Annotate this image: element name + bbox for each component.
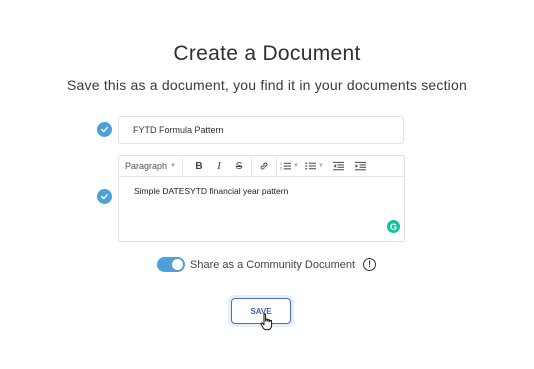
- grammarly-icon[interactable]: G: [387, 220, 400, 233]
- page-title: Create a Document: [173, 42, 361, 65]
- content-valid-check-icon: [97, 189, 112, 204]
- bold-button[interactable]: B: [189, 156, 209, 176]
- chevron-down-icon: ▼: [317, 163, 324, 169]
- toggle-knob: [172, 259, 183, 270]
- svg-text:1: 1: [280, 162, 282, 166]
- rich-text-editor: Paragraph ▼ B I S 12 ▼ ▼ Simple DATESYTD…: [118, 155, 405, 242]
- chevron-down-icon: ▼: [293, 163, 299, 169]
- share-community-label: Share as a Community Document: [190, 258, 356, 271]
- strikethrough-button[interactable]: S: [229, 156, 249, 176]
- create-document-page: Create a Document Save this as a documen…: [0, 0, 534, 369]
- share-community-row: Share as a Community Document !: [157, 257, 377, 272]
- ordered-list-button[interactable]: 12 ▼: [279, 156, 300, 176]
- editor-content[interactable]: Simple DATESYTD financial year pattern: [119, 177, 404, 205]
- svg-text:2: 2: [280, 167, 282, 171]
- name-valid-check-icon: [97, 122, 112, 137]
- info-icon[interactable]: !: [363, 258, 377, 271]
- link-icon: [260, 162, 268, 170]
- outdent-button[interactable]: [329, 156, 349, 176]
- bullet-list-icon: [305, 162, 316, 170]
- toolbar-divider: [276, 156, 277, 176]
- indent-icon: [355, 161, 367, 171]
- link-button[interactable]: [254, 156, 274, 176]
- outdent-icon: [333, 161, 345, 171]
- document-name-input[interactable]: [118, 116, 404, 144]
- page-subtitle: Save this as a document, you find it in …: [67, 77, 467, 93]
- paragraph-format-label: Paragraph: [125, 161, 168, 171]
- chevron-down-icon: ▼: [170, 163, 176, 169]
- bullet-list-button[interactable]: ▼: [304, 156, 325, 176]
- hand-pointer-icon: [260, 313, 273, 331]
- italic-button[interactable]: I: [209, 156, 229, 176]
- paragraph-format-select[interactable]: Paragraph ▼: [119, 156, 183, 176]
- toolbar-divider: [251, 156, 252, 176]
- editor-toolbar: Paragraph ▼ B I S 12 ▼ ▼: [119, 156, 404, 177]
- ordered-list-icon: 12: [280, 162, 291, 171]
- indent-button[interactable]: [351, 156, 371, 176]
- share-community-toggle[interactable]: [157, 257, 185, 272]
